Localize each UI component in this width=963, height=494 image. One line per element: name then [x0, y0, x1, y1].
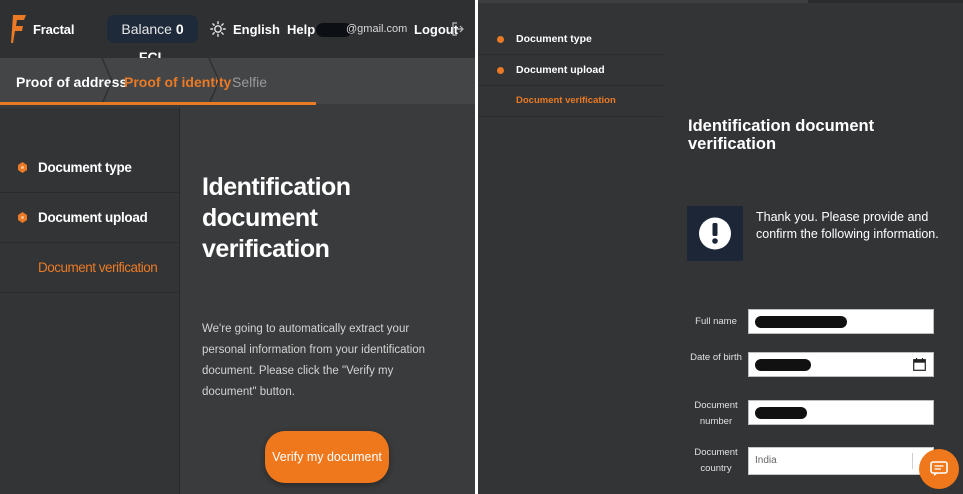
- sidebar: Document type Document upload Document v…: [0, 108, 180, 494]
- calendar-icon[interactable]: [913, 358, 926, 371]
- user-email: @gmail.com: [346, 23, 408, 35]
- help-link[interactable]: Help: [287, 22, 315, 37]
- balance-label: Balance: [121, 21, 172, 37]
- check-dot-icon: [497, 36, 504, 43]
- right-sidebar: Document type Document upload Document v…: [478, 24, 663, 119]
- sidebar-item-label: Document upload: [38, 210, 148, 225]
- date-of-birth-field[interactable]: [748, 352, 934, 377]
- sidebar-item-label: Document verification: [516, 95, 616, 106]
- language-selector[interactable]: English: [233, 22, 280, 37]
- fractal-logo-icon[interactable]: [11, 14, 27, 44]
- step-selfie[interactable]: Selfie: [232, 74, 267, 90]
- alert-message: Thank you. Please provide and confirm th…: [756, 210, 939, 241]
- step-progress-bar: Proof of address Proof of identity Selfi…: [0, 58, 475, 104]
- progress-indicator: [0, 102, 316, 105]
- check-dot-icon: [18, 162, 27, 173]
- document-number-field[interactable]: [748, 400, 934, 425]
- check-dot-icon: [497, 67, 504, 74]
- full-name-field[interactable]: [748, 309, 934, 334]
- page-title: Identification document verification: [688, 117, 875, 153]
- top-strip-segment: [478, 0, 808, 3]
- document-number-label: Document number: [694, 400, 738, 427]
- sidebar-item-document-type[interactable]: Document type: [0, 143, 180, 193]
- sidebar-item-label: Document verification: [38, 260, 158, 275]
- left-panel: Fractal Balance 0 FCL English Help @gmai…: [0, 0, 475, 494]
- top-bar: Fractal Balance 0 FCL English Help @gmai…: [0, 0, 475, 65]
- brand-name[interactable]: Fractal: [33, 22, 74, 37]
- full-name-label: Full name: [695, 316, 737, 327]
- alert-icon: [687, 206, 743, 261]
- document-country-label: Document country: [694, 447, 738, 474]
- balance-badge[interactable]: Balance 0 FCL: [107, 15, 198, 65]
- sidebar-item-label: Document upload: [516, 64, 605, 76]
- select-separator: [912, 453, 913, 469]
- value-redaction: [755, 359, 811, 371]
- instructions-text: We're going to automatically extract you…: [202, 323, 426, 398]
- value-redaction: [755, 407, 807, 419]
- right-panel: Document type Document upload Document v…: [478, 0, 963, 494]
- check-dot-icon: [18, 212, 27, 223]
- document-country-select[interactable]: India: [748, 447, 934, 475]
- sun-icon[interactable]: [210, 21, 226, 37]
- step-chevron-icon: [208, 58, 220, 104]
- page-title: Identification document verification: [202, 173, 351, 263]
- date-of-birth-label: Date of birth: [690, 352, 742, 363]
- step-chevron-icon: [101, 58, 113, 104]
- logout-icon[interactable]: [452, 22, 464, 36]
- sidebar-item-label: Document type: [516, 33, 592, 45]
- sidebar-item-document-upload[interactable]: Document upload: [0, 193, 180, 243]
- country-value: India: [755, 455, 777, 466]
- sidebar-item-label: Document type: [38, 160, 132, 175]
- chat-button[interactable]: [919, 449, 959, 489]
- value-redaction: [755, 316, 847, 328]
- sidebar-item-document-upload[interactable]: Document upload: [478, 55, 663, 86]
- chat-icon: [930, 461, 948, 476]
- verify-document-button[interactable]: Verify my document: [265, 431, 389, 483]
- sidebar-item-document-type[interactable]: Document type: [478, 24, 663, 55]
- sidebar-item-document-verification[interactable]: Document verification: [0, 243, 180, 293]
- sidebar-item-document-verification[interactable]: Document verification: [478, 86, 663, 117]
